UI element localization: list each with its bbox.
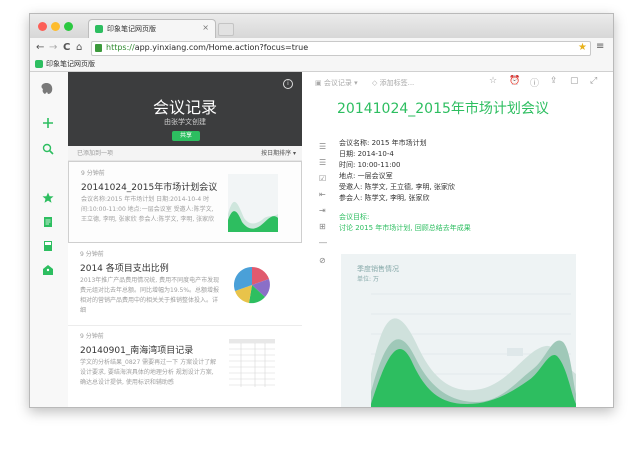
note-time: 9 分钟前: [80, 251, 104, 258]
back-icon[interactable]: ←: [36, 41, 44, 55]
goal-text: 讨论 2015 年市场计划, 回顾总结去年成果: [339, 224, 471, 232]
notebook-icon[interactable]: [42, 240, 54, 252]
notebook-title: 会议记录: [152, 98, 217, 117]
note-time: 9 分钟前: [80, 333, 104, 340]
goal-label: 会议目标:: [339, 213, 370, 221]
note-snippet: 学文的分析结果_0827 需要再过一下 方案设计了解设计要求, 要结海滨具体的地…: [80, 359, 217, 386]
share-icon[interactable]: ⇪: [550, 76, 558, 86]
address-bar[interactable]: https://app.yinxiang.com/Home.action?foc…: [91, 41, 591, 56]
table-icon[interactable]: ⊞: [319, 222, 326, 231]
browser-toolbar: ← → C ⌂ https://app.yinxiang.com/Home.ac…: [30, 38, 613, 58]
reload-icon[interactable]: C: [63, 41, 70, 55]
note-time: 9 分钟前: [81, 170, 105, 177]
notebook-owner: 由张学文创建: [164, 118, 206, 126]
new-tab-button[interactable]: [218, 23, 234, 36]
bookmark-item[interactable]: 印象笔记网页版: [46, 59, 95, 69]
tag-icon[interactable]: [42, 264, 54, 276]
note-list-item[interactable]: 9 分钟前 20141024_2015年市场计划会议 会议名称:2015 年市场…: [68, 161, 302, 243]
left-rail: [30, 72, 69, 407]
bullet-list-icon[interactable]: ☰: [319, 142, 326, 151]
elephant-logo-icon[interactable]: [40, 82, 54, 96]
area-chart-graphic: [371, 293, 576, 407]
fullscreen-icon[interactable]: ⤢: [590, 76, 597, 86]
numbered-list-icon[interactable]: ☰: [319, 158, 326, 167]
note-snippet: 2013年推广产品费用情况统, 费用不同度电产市发现费元组对比去年总额。同比增幅…: [80, 277, 220, 314]
lock-icon: [95, 44, 102, 52]
favorite-icon[interactable]: ☆: [489, 76, 497, 86]
sort-dropdown[interactable]: 按日期排序 ▾: [261, 148, 296, 157]
note-thumbnail-area-chart: [228, 174, 278, 232]
note-icon[interactable]: [42, 216, 54, 228]
meta-line: 参会人: 陈学文, 李明, 张家欣: [339, 194, 430, 202]
note-list-item[interactable]: 9 分钟前 20140901_南海湾项目记录 学文的分析结果_0827 需要再过…: [68, 325, 302, 407]
evernote-app: i 会议记录 由张学文创建 共享 已添加到一项 按日期排序 ▾ 9 分钟前 20…: [30, 72, 613, 407]
forward-icon[interactable]: →: [49, 41, 57, 55]
notebook-selector[interactable]: ▣ 会议记录 ▾: [315, 78, 358, 88]
meta-line: 会议名称: 2015 年市场计划: [339, 139, 427, 147]
list-toolbar: 已添加到一项 按日期排序 ▾: [68, 146, 302, 161]
tag-input[interactable]: ◇ 添加标签...: [372, 78, 414, 88]
browser-window: 印象笔记网页版 × ← → C ⌂ https://app.yinxiang.c…: [29, 13, 614, 408]
indent-icon[interactable]: ⇥: [319, 206, 326, 215]
info-icon[interactable]: i: [283, 79, 293, 89]
evernote-favicon-icon: [95, 25, 103, 33]
home-icon[interactable]: ⌂: [76, 41, 82, 55]
bookmark-favicon-icon: [35, 60, 43, 68]
note-title: 20141024_2015年市场计划会议: [81, 183, 218, 193]
note-snippet: 会议名称:2015 年市场计划 日期:2014-10-4 时间:10:00-11…: [81, 196, 215, 223]
meta-line: 受邀人: 陈学文, 王立德, 李明, 张家欣: [339, 183, 455, 191]
meta-line: 时间: 10:00-11:00: [339, 161, 401, 169]
note-title: 2014 各项目支出比例: [80, 264, 169, 274]
bookmark-star-icon[interactable]: ★: [578, 42, 587, 53]
note-thumbnail-pie-chart: [227, 255, 277, 313]
tab-bar: 印象笔记网页版 ×: [30, 14, 613, 39]
bookmarks-bar: 印象笔记网页版: [30, 58, 613, 72]
tab-title: 印象笔记网页版: [107, 25, 156, 33]
meta-line: 地点: 一层会议室: [339, 172, 393, 180]
notebook-banner: i 会议记录 由张学文创建 共享: [68, 72, 302, 146]
share-button[interactable]: 共享: [172, 131, 200, 141]
info-circle-icon[interactable]: ⓘ: [530, 76, 539, 89]
note-thumbnail-table: [227, 337, 277, 395]
list-status: 已添加到一项: [77, 150, 114, 157]
note-reader: ▣ 会议记录 ▾ ◇ 添加标签... ☆ ⏰ ⓘ ⇪ ▢ ⤢ 20141024_…: [302, 72, 613, 407]
attachment-icon[interactable]: ⊘: [319, 256, 326, 265]
tab-close-icon[interactable]: ×: [202, 23, 209, 32]
outdent-icon[interactable]: ⇤: [319, 190, 326, 199]
browser-tab[interactable]: 印象笔记网页版 ×: [88, 19, 216, 39]
search-icon[interactable]: [42, 143, 54, 155]
divider-icon[interactable]: ―: [319, 238, 327, 247]
close-window-button[interactable]: [38, 22, 47, 31]
plus-icon[interactable]: [42, 117, 54, 129]
star-icon[interactable]: [42, 192, 54, 204]
minimize-window-button[interactable]: [51, 22, 60, 31]
note-title: 20140901_南海湾项目记录: [80, 346, 194, 356]
note-list-item[interactable]: 9 分钟前 2014 各项目支出比例 2013年推广产品费用情况统, 费用不同度…: [68, 243, 302, 326]
url-text: https://app.yinxiang.com/Home.action?foc…: [106, 43, 309, 52]
reminder-icon[interactable]: ⏰: [509, 76, 520, 86]
note-list-panel: i 会议记录 由张学文创建 共享 已添加到一项 按日期排序 ▾ 9 分钟前 20…: [68, 72, 303, 407]
checkbox-icon[interactable]: ☑: [319, 174, 326, 183]
note-title-heading[interactable]: 20141024_2015年市场计划会议: [337, 98, 549, 118]
delete-icon[interactable]: ▢: [570, 76, 579, 86]
meta-line: 日期: 2014-10-4: [339, 150, 394, 158]
zoom-window-button[interactable]: [64, 22, 73, 31]
embedded-chart-image: 季度销售情况 单位: 万: [341, 254, 576, 407]
browser-menu-icon[interactable]: ≡: [596, 41, 604, 52]
